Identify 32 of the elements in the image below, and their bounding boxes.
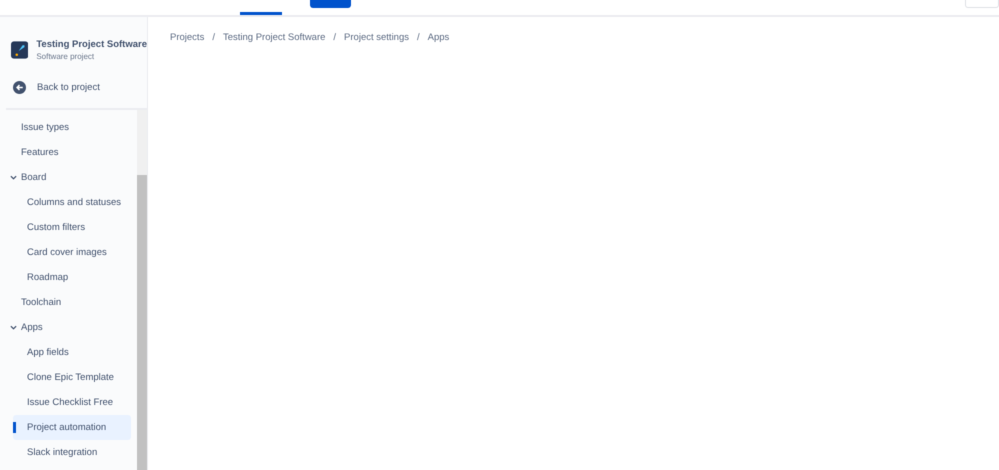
breadcrumb-link[interactable]: Project settings	[344, 32, 409, 43]
project-type: Software project	[36, 52, 96, 61]
sidebar-item[interactable]: Clone Epic Template	[6, 365, 137, 390]
sidebar-item[interactable]: Toolchain	[6, 290, 137, 315]
sidebar-item[interactable]: Issue Checklist Free	[6, 390, 137, 415]
tab-indicator	[240, 12, 282, 15]
breadcrumb-link[interactable]: Projects	[170, 32, 204, 43]
chevron-down-icon[interactable]	[10, 174, 17, 181]
scrollbar[interactable]	[137, 110, 147, 470]
sidebar-item[interactable]: Board	[6, 165, 137, 190]
sidebar-item[interactable]: Project automation	[13, 415, 131, 440]
breadcrumb-separator: /	[333, 32, 336, 43]
project-name: Testing Project Software	[36, 39, 147, 50]
sidebar-item[interactable]: App fields	[6, 340, 137, 365]
breadcrumb-link[interactable]: Apps	[428, 32, 450, 43]
sidebar-item[interactable]: Apps	[6, 315, 137, 340]
back-arrow-icon	[13, 80, 26, 94]
sidebar-item[interactable]: Columns and statuses	[6, 190, 137, 215]
back-link[interactable]: Back to project	[13, 79, 147, 95]
sidebar-item[interactable]: Custom filters	[6, 215, 137, 240]
breadcrumb-separator: /	[417, 32, 420, 43]
sidebar-item[interactable]: Slack integration	[6, 440, 137, 465]
nav-button[interactable]	[965, 0, 999, 8]
sidebar-item[interactable]: Card cover images	[6, 240, 137, 265]
sidebar-item[interactable]: Roadmap	[6, 265, 137, 290]
create-button[interactable]	[310, 0, 351, 8]
sidebar-item[interactable]: Features	[6, 140, 137, 165]
chevron-down-icon[interactable]	[10, 324, 17, 331]
breadcrumb-link[interactable]: Testing Project Software	[222, 32, 326, 43]
breadcrumb-separator: /	[212, 32, 215, 43]
rocket-icon	[11, 41, 28, 59]
sidebar-item[interactable]: Issue types	[6, 115, 137, 140]
